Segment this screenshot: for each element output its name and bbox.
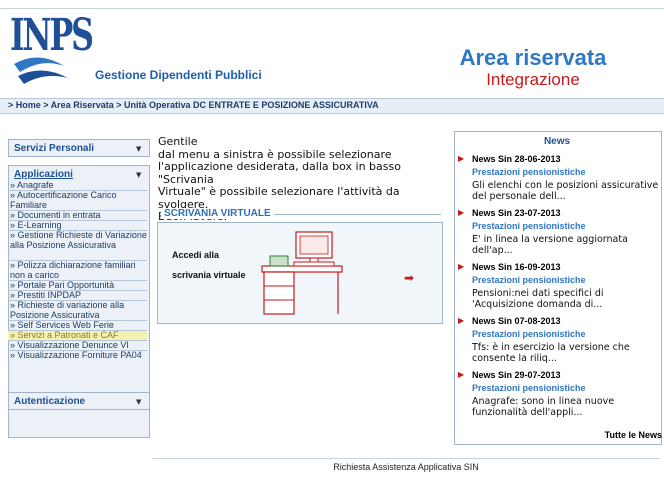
app-item-gestione-richieste[interactable]: » Gestione Richieste di Variazione alla … (8, 230, 147, 261)
intro-line: Gentile (158, 135, 198, 148)
header-subtitle: Gestione Dipendenti Pubblici (95, 68, 262, 82)
desk-icon[interactable] (254, 228, 350, 316)
news-category: Prestazioni pensionistiche (472, 383, 586, 393)
chevron-down-icon: ▼ (136, 398, 142, 406)
bullet-icon: ▶ (458, 154, 465, 163)
news-body[interactable]: Pensioni:nei dati specifici di 'Acquisizi… (472, 288, 660, 310)
news-body[interactable]: Anagrafe: sono in linea nuove funzionalit… (472, 396, 660, 418)
news-category: Prestazioni pensionistiche (472, 167, 586, 177)
app-item-forniture[interactable]: » Visualizzazione Forniture PA04 (8, 350, 147, 371)
area-title: Area riservata (459, 45, 607, 70)
news-body[interactable]: Tfs: è in esercizio la versione che conse… (472, 342, 660, 364)
scrivania-title: SCRIVANIA VIRTUALE (161, 208, 274, 219)
news-category: Prestazioni pensionistiche (472, 329, 586, 339)
news-title[interactable]: News Sin 16-09-2013 (472, 262, 561, 272)
news-body[interactable]: Gli elenchi con le posizioni assicurativ… (472, 180, 660, 202)
news-title[interactable]: News Sin 28-06-2013 (472, 154, 561, 164)
intro-line: l'applicazione desiderata, dalla box in … (158, 160, 401, 186)
applicazioni-label[interactable]: Applicazioni (14, 169, 73, 180)
bullet-icon: ▶ (458, 262, 465, 271)
app-item-autocertificazione[interactable]: » Autocertificazione Carico Familiare (8, 190, 147, 211)
servizi-personali-label: Servizi Personali (14, 143, 95, 154)
scrivania-link-line2[interactable]: scrivania virtuale (172, 270, 246, 280)
all-news-link[interactable]: Tutte le News (572, 430, 662, 440)
inps-logo: INPS (8, 14, 94, 88)
bullet-icon: ▶ (458, 316, 465, 325)
chevron-down-icon: ▼ (136, 145, 142, 153)
scrivania-link-line1[interactable]: Accedi alla (172, 250, 219, 260)
news-category: Prestazioni pensionistiche (472, 275, 586, 285)
bullet-icon: ▶ (458, 370, 465, 379)
top-divider (0, 8, 664, 9)
news-body[interactable]: E' in linea la versione aggiornata dell'a… (472, 234, 660, 256)
autenticazione-label: Autenticazione (14, 396, 86, 407)
bullet-icon: ▶ (458, 208, 465, 217)
area-subtitle: Integrazione (486, 70, 580, 89)
footer-link[interactable]: Richiesta Assistenza Applicativa SIN (152, 462, 660, 472)
news-category: Prestazioni pensionistiche (472, 221, 586, 231)
news-heading: News (543, 136, 571, 147)
logo-swoosh-icon (14, 57, 68, 84)
footer-divider (152, 458, 660, 459)
news-title[interactable]: News Sin 29-07-2013 (472, 370, 561, 380)
app-item-richieste-variazione[interactable]: » Richieste di variazione alla Posizione… (8, 300, 147, 321)
scrivania-divider (258, 214, 441, 215)
breadcrumb[interactable]: > Home > Area Riservata > Unità Operativ… (8, 100, 379, 110)
news-title[interactable]: News Sin 23-07-2013 (472, 208, 561, 218)
chevron-down-icon: ▼ (136, 171, 142, 179)
arrow-right-icon[interactable]: ➡ (404, 271, 414, 285)
app-item-polizza[interactable]: » Polizza dichiarazione familiari non a … (8, 260, 147, 281)
news-title[interactable]: News Sin 07-08-2013 (472, 316, 561, 326)
